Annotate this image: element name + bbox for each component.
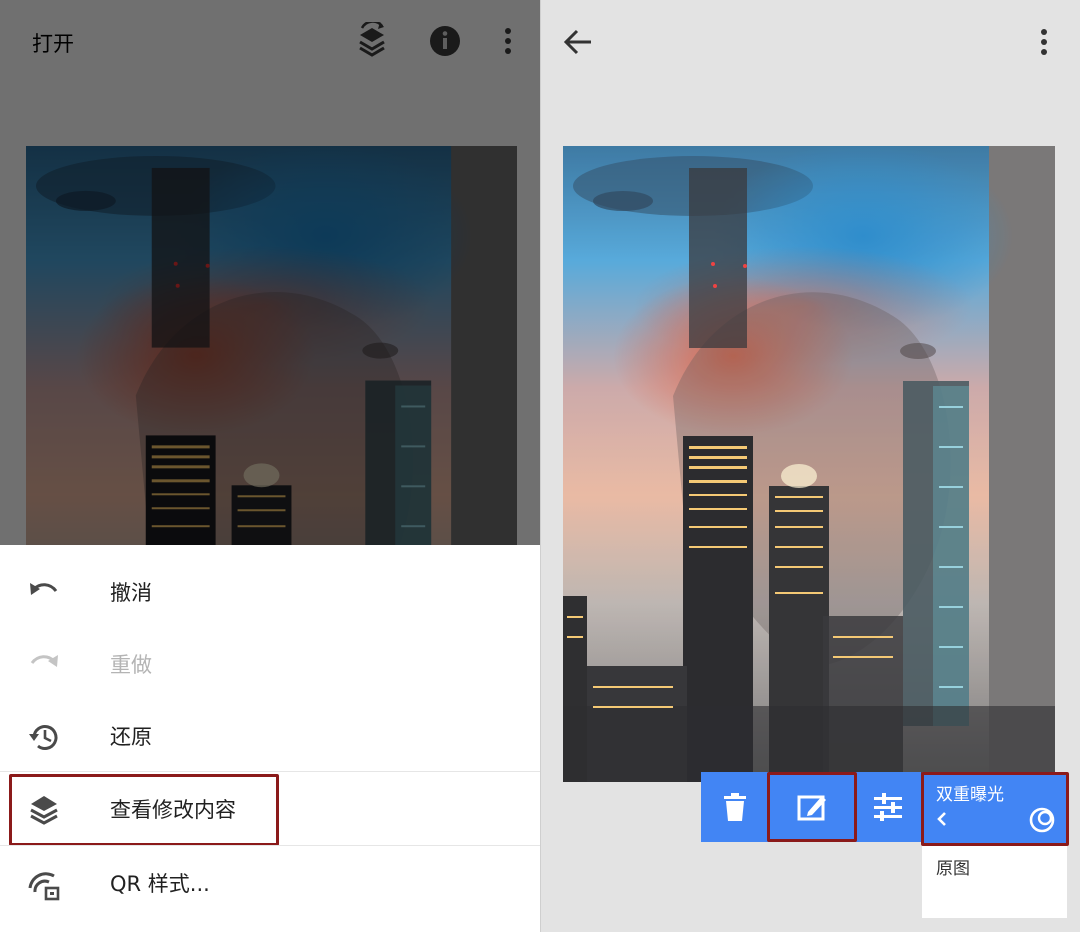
menu-divider: [0, 845, 540, 846]
menu-divider: [0, 771, 540, 772]
double-exposure-icon[interactable]: [1028, 806, 1056, 834]
more-vert-icon[interactable]: [1029, 24, 1059, 60]
layer-original[interactable]: 原图: [922, 844, 1067, 918]
layer-label: 原图: [936, 859, 970, 879]
layers-rotate-icon[interactable]: [354, 20, 390, 60]
delete-icon: [724, 793, 746, 821]
back-arrow-icon[interactable]: [559, 22, 599, 62]
brush-edit-button[interactable]: [769, 772, 855, 842]
menu-item-view-edits[interactable]: 查看修改内容: [0, 774, 540, 846]
menu-item-label: 撤消: [110, 581, 152, 605]
menu-item-label: QR 样式...: [110, 872, 210, 896]
history-icon: [26, 719, 62, 755]
menu-item-undo[interactable]: 撤消: [0, 557, 540, 629]
menu-item-label: 还原: [110, 725, 152, 749]
delete-button[interactable]: [701, 772, 769, 842]
menu-item-label: 重做: [110, 653, 152, 677]
undo-icon: [26, 575, 62, 611]
menu-scrim[interactable]: [0, 0, 540, 545]
menu-item-label: 查看修改内容: [110, 798, 236, 822]
right-screen: 双重曝光 原图: [541, 0, 1080, 932]
menu-item-redo[interactable]: 重做: [0, 629, 540, 701]
overflow-menu: 撤消 重做 还原 查看修改内容 QR 样式...: [0, 545, 540, 932]
layer-label: 双重曝光: [936, 785, 1004, 805]
layers-icon: [26, 792, 62, 828]
menu-item-qr-style[interactable]: QR 样式...: [0, 848, 540, 920]
open-button[interactable]: 打开: [32, 28, 74, 58]
tune-sliders-button[interactable]: [855, 772, 921, 842]
redo-icon: [26, 647, 62, 683]
more-vert-icon[interactable]: [490, 22, 526, 60]
brush-edit-icon: [797, 795, 826, 821]
left-screen: 打开 撤消 重做 还原 查看修改内容 QR 样式...: [0, 0, 540, 932]
menu-item-revert[interactable]: 还原: [0, 701, 540, 773]
layer-double-exposure[interactable]: 双重曝光: [922, 772, 1067, 844]
chevron-left-icon[interactable]: [934, 810, 950, 828]
tune-sliders-icon: [874, 793, 902, 821]
edited-photo: [563, 146, 1055, 782]
qr-style-icon: [26, 866, 62, 902]
info-icon[interactable]: [427, 22, 463, 60]
